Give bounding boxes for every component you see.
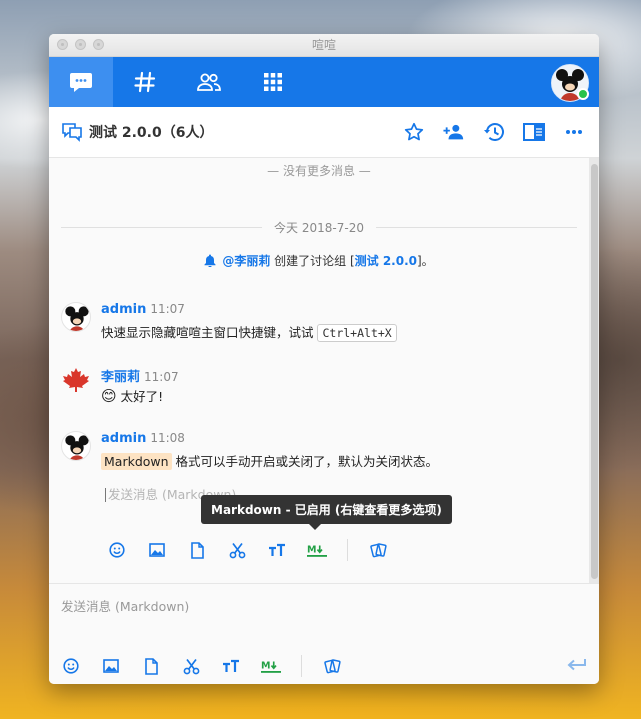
cards-button[interactable] xyxy=(322,656,342,676)
window-controls xyxy=(57,39,104,50)
window-title: 喧喧 xyxy=(311,38,336,52)
chat-bubble-icon xyxy=(70,73,92,92)
message-scrollbar[interactable] xyxy=(589,158,599,583)
tab-channels[interactable] xyxy=(113,57,177,107)
text-size-icon xyxy=(269,543,285,556)
image-button[interactable] xyxy=(101,656,121,676)
emoji-icon xyxy=(109,542,125,558)
text-size-icon xyxy=(223,659,239,672)
svg-text:M: M xyxy=(307,545,317,556)
screenshot-button[interactable] xyxy=(181,656,201,676)
file-icon xyxy=(145,657,158,675)
message-body: 😊 太好了! xyxy=(101,387,164,405)
more-dots-icon xyxy=(566,130,582,134)
bell-icon xyxy=(204,254,216,268)
no-more-messages: — 没有更多消息 — xyxy=(267,164,371,178)
main-nav xyxy=(49,57,599,107)
markdown-icon: M xyxy=(261,661,281,673)
avatar[interactable] xyxy=(61,366,91,396)
message-time: 11:07 xyxy=(150,302,185,316)
message-body: 快速显示隐藏喧喧主窗口快捷键，试试 Ctrl+Alt+X xyxy=(101,322,397,342)
tab-contacts[interactable] xyxy=(177,57,241,107)
screenshot-button[interactable] xyxy=(227,540,247,560)
avatar[interactable] xyxy=(61,302,91,332)
add-user-icon xyxy=(443,124,464,140)
apps-grid-icon xyxy=(264,73,282,91)
history-icon xyxy=(484,123,504,141)
emoji-button[interactable] xyxy=(107,540,127,560)
notice-user-link[interactable]: @李丽莉 xyxy=(222,254,270,268)
edit-toolbar: M xyxy=(107,539,388,561)
message-list[interactable]: — 没有更多消息 — 今天 2018-7-20 @李丽莉 创建了讨论组 [测试 … xyxy=(49,158,589,583)
scissors-icon xyxy=(229,542,245,558)
online-status-dot xyxy=(577,88,589,100)
file-button[interactable] xyxy=(141,656,161,676)
chat-title: 测试 2.0.0（6人） xyxy=(89,125,214,141)
font-size-button[interactable] xyxy=(267,540,287,560)
title-bar: 喧喧 xyxy=(49,34,599,57)
chat-header: 测试 2.0.0（6人） xyxy=(49,107,599,158)
date-label: 今天 2018-7-20 xyxy=(262,219,376,236)
chat-header-actions xyxy=(403,107,585,157)
avatar[interactable] xyxy=(61,431,91,461)
history-button[interactable] xyxy=(483,121,505,143)
composer-toolbar: M xyxy=(61,655,342,677)
image-icon xyxy=(103,659,119,673)
image-icon xyxy=(149,543,165,557)
markdown-toggle-button[interactable]: M xyxy=(261,656,281,676)
minimize-window-button[interactable] xyxy=(75,39,86,50)
sidebar-toggle-button[interactable] xyxy=(523,121,545,143)
maple-leaf-icon xyxy=(63,368,89,392)
scrollbar-thumb[interactable] xyxy=(591,164,598,579)
app-window: 喧喧 测试 2.0.0（6人） — 没有更多消息 — 今天 2018-7-20 … xyxy=(49,34,599,684)
mouse-avatar-icon xyxy=(65,435,89,460)
zoom-window-button[interactable] xyxy=(93,39,104,50)
mouse-avatar-icon xyxy=(65,306,89,331)
cards-icon xyxy=(323,658,341,673)
composer: 发送消息 (Markdown) M xyxy=(49,583,599,684)
cards-button[interactable] xyxy=(368,540,388,560)
star-button[interactable] xyxy=(403,121,425,143)
message-input[interactable]: 发送消息 (Markdown) xyxy=(61,596,189,615)
hash-icon xyxy=(134,71,156,93)
close-window-button[interactable] xyxy=(57,39,68,50)
add-member-button[interactable] xyxy=(443,121,465,143)
emoji-icon xyxy=(63,658,79,674)
date-divider: 今天 2018-7-20 xyxy=(61,219,577,236)
send-button[interactable] xyxy=(565,653,589,677)
sender-name[interactable]: admin xyxy=(101,302,146,317)
toolbar-separator xyxy=(347,539,348,561)
group-created-notice: @李丽莉 创建了讨论组 [测试 2.0.0]。 xyxy=(49,252,589,269)
tab-apps[interactable] xyxy=(241,57,305,107)
font-size-button[interactable] xyxy=(221,656,241,676)
tab-chats[interactable] xyxy=(49,57,113,107)
contacts-icon xyxy=(197,73,221,91)
markdown-highlight: Markdown xyxy=(101,453,172,470)
markdown-toggle-button[interactable]: M xyxy=(307,540,327,560)
star-icon xyxy=(404,122,424,141)
more-options-button[interactable] xyxy=(563,121,585,143)
sender-name[interactable]: 李丽莉 xyxy=(101,370,140,385)
markdown-tooltip: Markdown - 已启用 (右键查看更多选项) xyxy=(201,495,452,530)
file-icon xyxy=(191,541,204,559)
shortcut-kbd: Ctrl+Alt+X xyxy=(317,324,397,342)
enter-icon xyxy=(567,659,586,671)
message-time: 11:07 xyxy=(144,370,179,384)
notice-group-link[interactable]: 测试 2.0.0 xyxy=(355,254,417,268)
sidebar-icon xyxy=(523,123,545,141)
toolbar-separator xyxy=(301,655,302,677)
group-chat-icon xyxy=(62,123,82,142)
smile-emoji: 😊 xyxy=(101,387,117,405)
message-time: 11:08 xyxy=(150,431,185,445)
svg-text:M: M xyxy=(261,661,271,672)
sender-name[interactable]: admin xyxy=(101,431,146,446)
markdown-icon: M xyxy=(307,545,327,557)
file-button[interactable] xyxy=(187,540,207,560)
message-body: Markdown 格式可以手动开启或关闭了，默认为关闭状态。 xyxy=(101,451,438,470)
image-button[interactable] xyxy=(147,540,167,560)
cards-icon xyxy=(369,542,387,557)
emoji-button[interactable] xyxy=(61,656,81,676)
scissors-icon xyxy=(183,658,199,674)
